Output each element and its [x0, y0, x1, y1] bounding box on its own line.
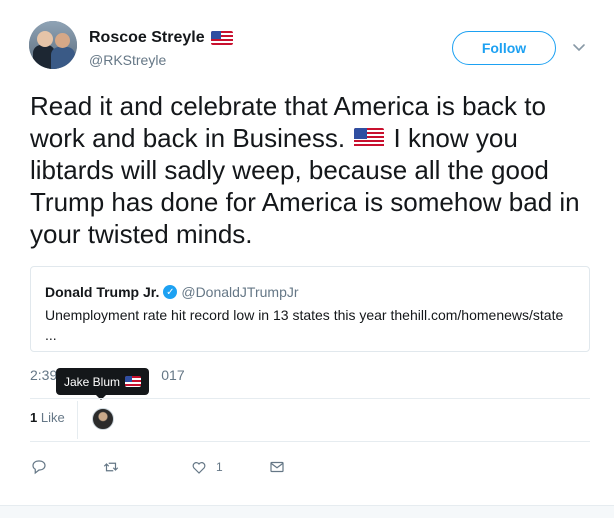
avatar-figure-right: [51, 47, 75, 69]
vertical-divider: [77, 401, 78, 439]
quoted-tweet[interactable]: Donald Trump Jr. ✓ @DonaldJTrumpJr Unemp…: [30, 266, 590, 352]
retweet-icon: [103, 462, 119, 472]
author-name[interactable]: Roscoe Streyle: [89, 29, 205, 47]
quoted-author-handle: @DonaldJTrumpJr: [181, 284, 299, 300]
tweet-text: Read it and celebrate that America is ba…: [30, 90, 600, 250]
us-flag-icon: [125, 376, 142, 387]
tooltip-name: Jake Blum: [64, 374, 121, 389]
quoted-tweet-ellipsis: ...: [45, 327, 57, 343]
author-avatar[interactable]: [29, 21, 77, 69]
page-bottom-strip: [0, 505, 614, 518]
liker-avatar[interactable]: [92, 408, 114, 430]
quoted-tweet-body: Unemployment rate hit record low in 13 s…: [45, 307, 564, 323]
avatar-face-right: [55, 33, 70, 48]
likes-label: Like: [40, 410, 65, 425]
tweet-card: Roscoe Streyle @RKStreyle Follow Read it…: [0, 0, 614, 505]
us-flag-icon: [210, 31, 233, 45]
timestamp-end: 017: [161, 367, 185, 383]
us-flag-icon: [354, 128, 385, 149]
author-handle[interactable]: @RKStreyle: [89, 52, 166, 68]
retweet-button[interactable]: [102, 458, 190, 476]
quoted-tweet-text: Unemployment rate hit record low in 13 s…: [45, 305, 580, 345]
likes-row: 1 Like: [30, 399, 590, 441]
chevron-down-icon[interactable]: [572, 40, 586, 54]
liker-tooltip: Jake Blum: [56, 368, 150, 400]
quoted-author-name: Donald Trump Jr.: [45, 284, 160, 300]
timestamp-start: 2:39: [30, 367, 58, 383]
divider: [30, 441, 590, 442]
quoted-tweet-header: Donald Trump Jr. ✓ @DonaldJTrumpJr: [45, 284, 299, 300]
verified-badge-icon: ✓: [163, 285, 178, 299]
avatar-face-left: [37, 31, 53, 47]
reply-icon: [32, 460, 46, 475]
author-name-row[interactable]: Roscoe Streyle: [89, 29, 233, 47]
envelope-icon: [270, 461, 284, 473]
heart-icon: [192, 462, 206, 474]
likes-count-link[interactable]: 1 Like: [30, 410, 65, 425]
reply-button[interactable]: [30, 458, 102, 476]
direct-message-button[interactable]: [268, 458, 286, 476]
follow-button[interactable]: Follow: [452, 31, 556, 65]
like-action-count: 1: [216, 460, 223, 474]
likes-count: 1: [30, 410, 38, 425]
like-button[interactable]: 1: [190, 458, 268, 476]
tweet-actions: 1: [30, 455, 286, 479]
